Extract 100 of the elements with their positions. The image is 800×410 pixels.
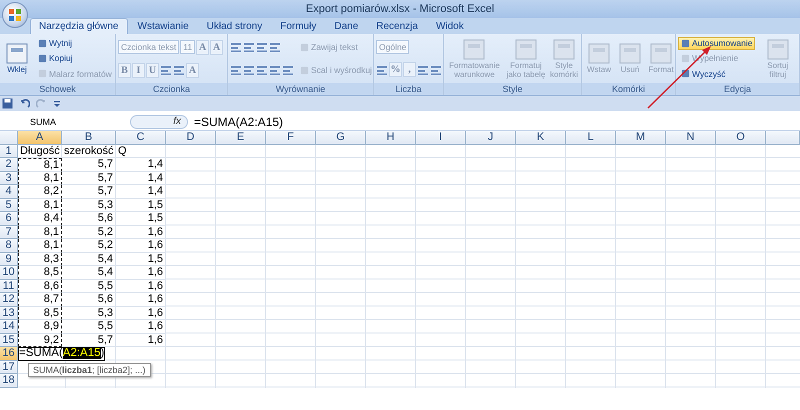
row-header[interactable]: 12 [0, 293, 18, 306]
ribbon-tab[interactable]: Wstawianie [130, 19, 197, 34]
table-cell: 5,7 [62, 172, 116, 185]
ribbon-tab[interactable]: Narzędzia główne [30, 18, 128, 34]
table-cell: 1,6 [116, 226, 166, 239]
table-cell: 9,2 [18, 334, 62, 347]
align-icon[interactable] [417, 64, 429, 76]
ribbon-tab[interactable]: Formuły [272, 19, 324, 34]
group-label: Liczba [374, 83, 443, 95]
ribbon-icon [462, 38, 486, 60]
ribbon-icon [514, 38, 538, 60]
align-icon[interactable] [376, 64, 388, 76]
align-icon[interactable] [243, 41, 255, 53]
column-header[interactable]: L [566, 131, 616, 144]
ribbon-icon [618, 43, 642, 65]
table-cell: 5,7 [62, 185, 116, 198]
row-header[interactable]: 9 [0, 252, 18, 266]
column-header[interactable]: D [166, 131, 216, 144]
ribbon-icon [587, 43, 611, 65]
ribbon-tab[interactable]: Widok [428, 19, 472, 34]
align-icon[interactable] [173, 64, 185, 76]
name-box[interactable]: SUMA [30, 116, 130, 126]
align-icon[interactable] [430, 64, 442, 76]
undo-icon[interactable] [19, 98, 30, 109]
row-header[interactable]: 3 [0, 172, 18, 185]
table-cell: 8,5 [18, 266, 62, 280]
row-header[interactable]: 1 [0, 144, 18, 158]
table-cell: Długość [18, 144, 62, 158]
save-icon[interactable] [2, 98, 13, 109]
column-header[interactable] [766, 131, 800, 144]
ribbon-button[interactable]: Wyczyść [678, 67, 728, 80]
align-icon[interactable] [230, 64, 242, 76]
align-icon[interactable] [243, 64, 255, 76]
align-icon[interactable] [269, 41, 281, 53]
row-header[interactable]: 7 [0, 226, 18, 239]
row-header[interactable]: 10 [0, 266, 18, 280]
row-header[interactable]: 14 [0, 320, 18, 334]
window-title: Export pomiarów.xlsx - Microsoft Excel [306, 3, 494, 15]
align-icon[interactable] [282, 64, 294, 76]
redo-icon[interactable] [36, 98, 47, 109]
ribbon-button[interactable]: Autosumowanie [678, 36, 756, 50]
table-cell: 1,4 [116, 172, 166, 185]
table-cell: 5,4 [62, 266, 116, 280]
ribbon-tab[interactable]: Dane [326, 19, 366, 34]
column-header[interactable]: H [366, 131, 416, 144]
column-header[interactable]: A [18, 131, 62, 144]
row-header[interactable]: 17 [0, 360, 18, 374]
row-header[interactable]: 13 [0, 306, 18, 320]
table-cell: 5,4 [62, 252, 116, 266]
row-header[interactable]: 15 [0, 334, 18, 347]
function-tooltip: SUMA(liczba1; [liczba2]; ...) [28, 362, 151, 376]
group-label: Komórki [582, 83, 675, 95]
table-cell: 8,5 [18, 306, 62, 320]
ribbon-button[interactable]: Wytnij [35, 36, 76, 50]
row-header[interactable]: 18 [0, 374, 18, 388]
column-header[interactable]: N [666, 131, 716, 144]
table-cell: 8,1 [18, 158, 62, 172]
group-label: Edycja [676, 83, 799, 95]
ribbon-tab[interactable]: Układ strony [198, 19, 270, 34]
row-header[interactable]: 16 [0, 347, 18, 360]
column-header[interactable]: C [116, 131, 166, 144]
column-header[interactable]: B [62, 131, 116, 144]
align-icon[interactable] [230, 41, 242, 53]
column-header[interactable]: E [216, 131, 266, 144]
column-header[interactable]: K [516, 131, 566, 144]
group-label: Czcionka [116, 83, 227, 95]
row-header[interactable]: 2 [0, 158, 18, 172]
align-icon[interactable] [256, 41, 268, 53]
column-header[interactable]: G [316, 131, 366, 144]
table-cell: 5,7 [62, 334, 116, 347]
table-cell: 5,7 [62, 158, 116, 172]
ribbon-button[interactable]: Wklej [2, 43, 32, 74]
row-header[interactable]: 11 [0, 280, 18, 293]
align-icon[interactable] [256, 64, 268, 76]
table-cell: 8,4 [18, 212, 62, 226]
row-header[interactable]: 5 [0, 198, 18, 212]
group-label: Style [444, 83, 581, 95]
column-header[interactable]: J [466, 131, 516, 144]
table-cell: 1,6 [116, 306, 166, 320]
select-all-corner[interactable] [0, 131, 18, 144]
column-header[interactable]: I [416, 131, 466, 144]
insert-function-button[interactable]: fx [130, 114, 188, 128]
row-header[interactable]: 4 [0, 185, 18, 198]
row-header[interactable]: 6 [0, 212, 18, 226]
column-header[interactable]: M [616, 131, 666, 144]
align-icon[interactable] [160, 64, 172, 76]
table-cell: 1,5 [116, 252, 166, 266]
ribbon-tab[interactable]: Recenzja [368, 19, 426, 34]
formula-field[interactable]: =SUMA(A2:A15) [188, 114, 284, 128]
ribbon-button[interactable]: Kopiuj [35, 52, 76, 65]
customize-icon[interactable] [53, 100, 61, 108]
align-icon[interactable] [269, 64, 281, 76]
row-header[interactable]: 8 [0, 239, 18, 252]
table-cell: 8,1 [18, 172, 62, 185]
column-header[interactable]: O [716, 131, 766, 144]
column-header[interactable]: F [266, 131, 316, 144]
group-label: Schowek [0, 83, 115, 95]
table-cell: 1,6 [116, 280, 166, 293]
table-cell: 5,3 [62, 198, 116, 212]
group-label: Wyrównanie [228, 83, 373, 95]
